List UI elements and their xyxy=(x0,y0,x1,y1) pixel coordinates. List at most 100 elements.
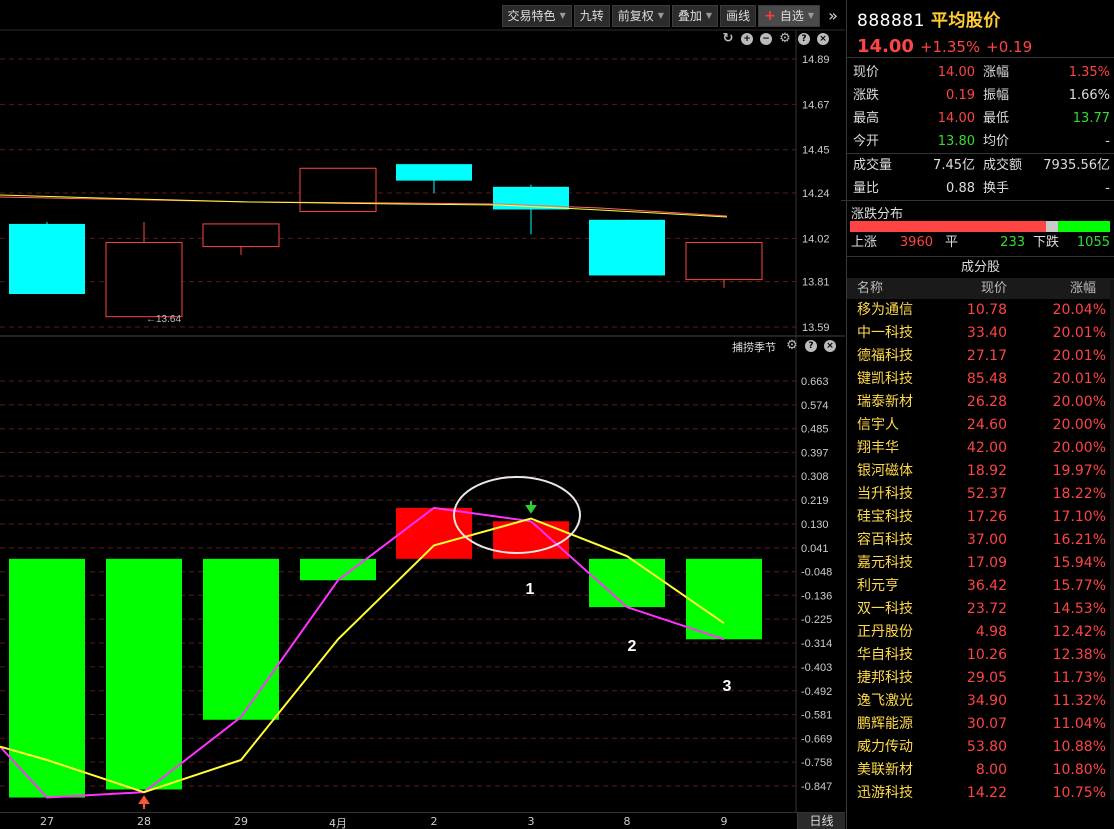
flat-label: 平 xyxy=(945,235,959,250)
table-row[interactable]: 美联新材 8.00 10.80% xyxy=(847,759,1114,782)
table-row[interactable]: 德福科技 27.17 20.01% xyxy=(847,345,1114,368)
down-count: 1055 xyxy=(1076,235,1110,250)
close-icon[interactable]: × xyxy=(824,340,836,352)
close-icon[interactable]: × xyxy=(817,33,829,45)
chart-canvas[interactable]: 14.89 14.67 14.45 14.24 14.02 13.81 13.59 ←13.6… xyxy=(0,0,845,812)
quote-value: 0.19 xyxy=(946,88,975,103)
gear-icon[interactable]: ⚙ xyxy=(786,339,798,352)
stock-name-cell: 利元亨 xyxy=(857,578,899,594)
gear-icon[interactable]: ⚙ xyxy=(779,32,791,45)
date-tick-label: 29 xyxy=(234,815,248,828)
quote-label: 涨幅 xyxy=(983,65,1010,80)
indicator-tick-label: -0.492 xyxy=(801,686,832,698)
refresh-icon[interactable]: ↻ xyxy=(722,32,734,45)
indicator-controls: ⚙ ? × xyxy=(786,339,836,352)
stock-name-cell: 当升科技 xyxy=(857,486,913,502)
change-cell: 15.77% xyxy=(1052,578,1106,594)
nine-turn-button[interactable]: 九转 xyxy=(573,5,610,27)
help-icon[interactable]: ? xyxy=(798,33,810,45)
quote-row: 现价 14.00 涨幅 1.35% xyxy=(853,61,1110,84)
add-watchlist-button[interactable]: + 自选 ▼ xyxy=(758,5,820,27)
indicator-tick-label: -0.847 xyxy=(801,781,832,793)
quote-value: 14.00 xyxy=(937,65,975,80)
annotation-number: 1 xyxy=(526,581,535,598)
table-row[interactable]: 翔丰华 42.00 20.00% xyxy=(847,437,1114,460)
indicator-tick-label: -0.758 xyxy=(801,757,832,769)
table-row[interactable]: 银河磁体 18.92 19.97% xyxy=(847,460,1114,483)
table-row[interactable]: 瑞泰新材 26.28 20.00% xyxy=(847,391,1114,414)
table-row[interactable]: 移为通信 10.78 20.04% xyxy=(847,299,1114,322)
table-row[interactable]: 捷邦科技 29.05 11.73% xyxy=(847,667,1114,690)
quote-value: 14.00 xyxy=(937,111,975,126)
change-cell: 10.88% xyxy=(1052,739,1106,755)
down-label: 下跌 xyxy=(1033,235,1060,250)
indicator-bar xyxy=(106,558,182,790)
quote-row: 最高 14.00 最低 13.77 xyxy=(853,107,1110,130)
indicator-tick-label: 0.663 xyxy=(801,376,829,388)
change-cell: 12.42% xyxy=(1052,624,1106,640)
date-axis: 日线 27 28 29 4月 2 3 8 9 xyxy=(0,812,845,829)
price-tick-label: 14.02 xyxy=(802,233,830,245)
change-cell: 15.94% xyxy=(1052,555,1106,571)
flat-segment xyxy=(1046,221,1058,232)
table-row[interactable]: 迅游科技 14.22 10.75% xyxy=(847,782,1114,805)
low-price-annotation: ←13.64 xyxy=(146,314,181,325)
change-cell: 20.04% xyxy=(1052,302,1106,318)
sell-arrow-icon xyxy=(525,501,537,514)
table-row[interactable]: 容百科技 37.00 16.21% xyxy=(847,529,1114,552)
indicator-tick-label: -0.314 xyxy=(801,638,832,650)
table-row[interactable]: 双一科技 23.72 14.53% xyxy=(847,598,1114,621)
table-row[interactable]: 利元亨 36.42 15.77% xyxy=(847,575,1114,598)
stock-name-cell: 银河磁体 xyxy=(857,463,913,479)
zoom-in-icon[interactable]: + xyxy=(741,33,753,45)
table-row[interactable]: 中一科技 33.40 20.01% xyxy=(847,322,1114,345)
indicator-tick-label: -0.225 xyxy=(801,614,832,626)
price-cell: 17.26 xyxy=(966,509,1007,525)
zoom-out-icon[interactable]: − xyxy=(760,33,772,45)
table-row[interactable]: 键凯科技 85.48 20.01% xyxy=(847,368,1114,391)
stock-name-cell: 威力传动 xyxy=(857,739,913,755)
help-icon[interactable]: ? xyxy=(805,340,817,352)
price-line: 14.00 +1.35% +0.19 xyxy=(857,36,1114,57)
change-percent: +1.35% xyxy=(919,38,981,56)
stock-name-cell: 华自科技 xyxy=(857,647,913,663)
overlay-dropdown[interactable]: 叠加 ▼ xyxy=(671,5,719,27)
quote-row: 涨跌 0.19 振幅 1.66% xyxy=(853,84,1110,107)
stock-name-cell: 键凯科技 xyxy=(857,371,913,387)
table-row[interactable]: 威力传动 53.80 10.88% xyxy=(847,736,1114,759)
draw-line-button[interactable]: 画线 xyxy=(720,5,757,27)
table-row[interactable]: 硅宝科技 17.26 17.10% xyxy=(847,506,1114,529)
indicator-tick-label: -0.403 xyxy=(801,662,832,674)
annotation-number: 2 xyxy=(628,638,637,655)
chart-area[interactable]: 14.89 14.67 14.45 14.24 14.02 13.81 13.59 ←13.6… xyxy=(0,0,845,829)
indicator-bar xyxy=(686,558,762,640)
table-row[interactable]: 当升科技 52.37 18.22% xyxy=(847,483,1114,506)
chevron-down-icon: ▼ xyxy=(657,11,664,20)
period-button[interactable]: 日线 xyxy=(797,813,845,829)
header-price[interactable]: 现价 xyxy=(943,278,1007,299)
header-change[interactable]: 涨幅 xyxy=(1007,278,1114,299)
candle-body xyxy=(396,164,472,181)
quote-panel: 888881 平均股价 14.00 +1.35% +0.19 现价 14.00 涨幅 1.3… xyxy=(841,0,1114,829)
table-row[interactable]: 华自科技 10.26 12.38% xyxy=(847,644,1114,667)
indicator-tick-label: 0.219 xyxy=(801,495,829,507)
header-name[interactable]: 名称 xyxy=(847,278,943,299)
stock-title: 888881 平均股价 xyxy=(857,6,1114,31)
table-row[interactable]: 鹏辉能源 30.07 11.04% xyxy=(847,713,1114,736)
table-row[interactable]: 正丹股份 4.98 12.42% xyxy=(847,621,1114,644)
table-row[interactable]: 逸飞激光 34.90 11.32% xyxy=(847,690,1114,713)
price-cell: 10.78 xyxy=(966,302,1007,318)
change-cell: 20.01% xyxy=(1052,348,1106,364)
flat-count: 233 xyxy=(1000,235,1025,250)
stock-name-cell: 捷邦科技 xyxy=(857,670,913,686)
table-row[interactable]: 信宇人 24.60 20.00% xyxy=(847,414,1114,437)
change-cell: 10.75% xyxy=(1052,785,1106,801)
stock-name-cell: 中一科技 xyxy=(857,325,913,341)
scrollbar[interactable] xyxy=(1110,280,1114,800)
table-row[interactable]: 嘉元科技 17.09 15.94% xyxy=(847,552,1114,575)
trading-feature-dropdown[interactable]: 交易特色 ▼ xyxy=(501,5,572,27)
adjust-dropdown[interactable]: 前复权 ▼ xyxy=(611,5,670,27)
quote-value: 13.77 xyxy=(1072,111,1110,126)
expand-arrows-icon[interactable]: » xyxy=(822,5,844,27)
price-cell: 18.92 xyxy=(966,463,1007,479)
